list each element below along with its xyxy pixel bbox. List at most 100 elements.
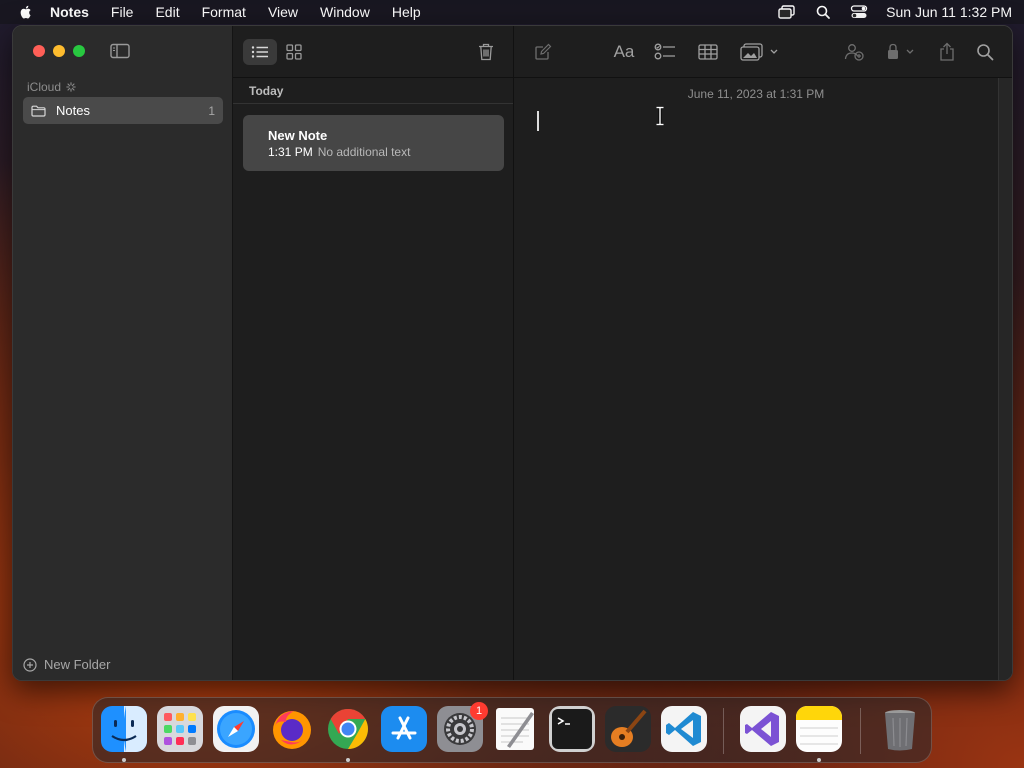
trash-can-icon [885, 710, 915, 751]
format-button[interactable]: Aa [610, 40, 638, 64]
menu-clock[interactable]: Sun Jun 11 1:32 PM [886, 4, 1012, 20]
firefox-icon [273, 711, 311, 749]
note-editor-pane: Aa June 11, 2023 at 1:31 PM [514, 26, 1012, 680]
menu-help[interactable]: Help [392, 4, 421, 20]
trash-icon [479, 43, 493, 60]
running-indicator [122, 758, 126, 762]
gallery-view-button[interactable] [277, 39, 311, 65]
dock-app-terminal[interactable] [549, 706, 595, 752]
share-icon [940, 42, 954, 61]
dock-app-visual-studio[interactable] [740, 706, 786, 752]
menu-edit[interactable]: Edit [155, 4, 179, 20]
section-header-today: Today [233, 78, 513, 104]
launchpad-icon [157, 706, 203, 752]
collaborate-icon [844, 44, 864, 61]
chrome-icon [328, 709, 368, 749]
note-created-date: June 11, 2023 at 1:31 PM [687, 87, 825, 101]
folder-icon [31, 105, 46, 117]
note-list-toolbar [233, 26, 513, 78]
zoom-window-button[interactable] [73, 45, 85, 57]
dock-app-finder[interactable] [101, 706, 147, 752]
folder-name: Notes [56, 103, 90, 118]
dock-app-chrome[interactable] [325, 706, 371, 752]
lock-note-button[interactable] [884, 40, 918, 64]
menu-view[interactable]: View [268, 4, 298, 20]
running-indicator [817, 758, 821, 762]
dock-app-launchpad[interactable] [157, 706, 203, 752]
notes-window: iCloud Notes 1 New Folder Today New Note… [12, 25, 1013, 681]
checklist-icon [654, 43, 675, 60]
note-time: 1:31 PM [268, 145, 313, 159]
running-indicator [346, 758, 350, 762]
dock-app-app-store[interactable] [381, 706, 427, 752]
dock-app-vscode[interactable] [661, 706, 707, 752]
app-store-icon [381, 706, 427, 752]
screen-mirroring-icon[interactable] [778, 4, 796, 20]
dock-separator [860, 708, 861, 754]
minimize-window-button[interactable] [53, 45, 65, 57]
media-button[interactable] [740, 40, 782, 64]
table-icon [698, 44, 718, 60]
note-title: New Note [268, 128, 328, 143]
note-list-item[interactable]: New Note 1:31 PM No additional text [243, 115, 504, 171]
plus-circle-icon [23, 657, 37, 672]
new-folder-button[interactable]: New Folder [23, 657, 110, 672]
sync-spinner-icon [66, 82, 76, 92]
notification-badge: 1 [470, 702, 488, 720]
ibeam-cursor-icon [656, 106, 664, 126]
close-window-button[interactable] [33, 45, 45, 57]
editor-toolbar: Aa [514, 26, 1012, 78]
compose-icon [535, 43, 552, 60]
textedit-icon [496, 708, 534, 750]
finder-icon [101, 706, 147, 752]
dock-app-safari[interactable] [213, 706, 259, 752]
spotlight-search-icon[interactable] [814, 4, 832, 20]
photo-icon [740, 43, 778, 61]
sidebar-toggle-icon[interactable] [110, 43, 130, 59]
search-button[interactable] [975, 40, 995, 64]
control-center-icon[interactable] [850, 4, 868, 20]
dock-app-trash[interactable] [877, 706, 923, 752]
menu-bar: Notes File Edit Format View Window Help … [0, 0, 1024, 24]
safari-icon [213, 706, 259, 752]
search-icon [977, 44, 994, 61]
dock-app-firefox[interactable] [269, 706, 315, 752]
note-list-pane: Today New Note 1:31 PM No additional text [233, 26, 514, 680]
grid-icon [286, 43, 302, 60]
editor-scrollbar[interactable] [998, 78, 1012, 680]
new-folder-label: New Folder [44, 657, 111, 672]
folder-note-count: 1 [208, 103, 215, 118]
collaborate-button[interactable] [842, 40, 866, 64]
compose-note-button[interactable] [532, 40, 554, 64]
account-header: iCloud [27, 80, 76, 94]
list-view-button[interactable] [243, 38, 277, 65]
checklist-button[interactable] [654, 40, 676, 64]
dock-app-textedit[interactable] [493, 706, 539, 752]
lock-icon [888, 43, 914, 59]
terminal-icon [549, 706, 595, 752]
dock-separator [723, 708, 724, 754]
table-button[interactable] [697, 40, 719, 64]
menu-format[interactable]: Format [202, 4, 246, 20]
dock-app-garageband[interactable] [605, 706, 651, 752]
vscode-icon [661, 706, 707, 752]
visual-studio-icon [740, 706, 786, 752]
menu-app-name[interactable]: Notes [50, 4, 89, 20]
dock-app-notes[interactable] [796, 706, 842, 752]
apple-icon[interactable] [18, 4, 34, 20]
guitar-icon [605, 706, 651, 752]
menu-file[interactable]: File [111, 4, 134, 20]
notes-app-icon [796, 706, 842, 752]
window-controls [33, 45, 85, 57]
list-icon [251, 45, 268, 58]
share-button[interactable] [937, 40, 957, 64]
delete-note-button[interactable] [473, 39, 499, 65]
menu-window[interactable]: Window [320, 4, 370, 20]
note-meta: 1:31 PM No additional text [268, 145, 479, 159]
text-cursor [537, 111, 539, 131]
folders-sidebar: iCloud Notes 1 New Folder [13, 26, 233, 680]
dock: 1 [92, 697, 932, 763]
note-preview: No additional text [317, 145, 411, 159]
sidebar-folder-notes[interactable]: Notes 1 [23, 97, 223, 124]
account-name: iCloud [27, 80, 62, 94]
